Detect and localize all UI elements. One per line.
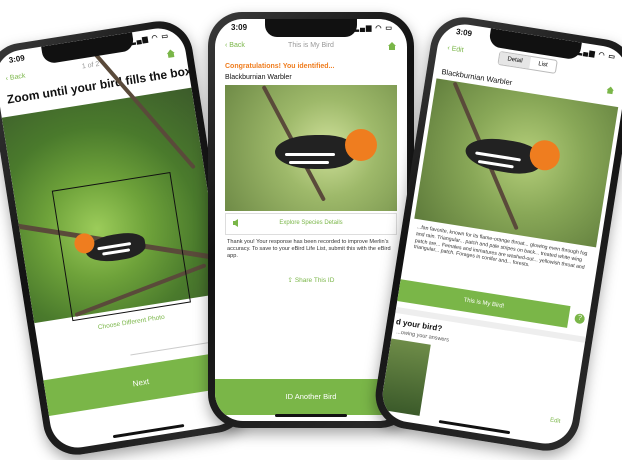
bird-photo-zoom[interactable] <box>1 45 242 324</box>
edit-link[interactable]: Edit <box>550 417 561 425</box>
share-button[interactable]: ⇪ Share This ID <box>215 276 407 284</box>
thanks-text: Thank you! Your response has been record… <box>227 239 391 259</box>
home-indicator <box>275 414 347 417</box>
share-label: Share This ID <box>294 277 335 284</box>
explore-species-button[interactable]: Explore Species Details <box>225 213 397 235</box>
home-icon[interactable] <box>387 41 397 51</box>
bird-photo <box>414 78 619 248</box>
status-time: 3:09 <box>455 26 473 39</box>
status-time: 3:09 <box>231 23 248 32</box>
home-icon[interactable] <box>605 85 615 95</box>
screen-species-detail: 3:09 ▂▄▆ ◠ ▭ ‹ Edit DetailList Blackburn… <box>378 20 622 448</box>
tab-list[interactable]: List <box>529 57 556 73</box>
id-another-label: ID Another Bird <box>285 392 337 401</box>
nav-title: This is My Bird <box>288 42 334 49</box>
help-icon[interactable]: ? <box>573 313 586 325</box>
photo-thumbnail[interactable] <box>379 338 431 416</box>
home-indicator <box>112 423 185 439</box>
bird-photo <box>225 85 397 211</box>
edit-button[interactable]: ‹ Edit <box>447 45 464 54</box>
status-time: 3:09 <box>8 53 26 65</box>
home-indicator <box>438 419 511 435</box>
screen-result: 3:09 ▂▄▆ ◠ ▭ ‹ Back This is My Bird Cong… <box>215 19 407 421</box>
edit-label: Edit <box>451 45 465 55</box>
signal-icon: ▂▄▆ ◠ ▭ <box>576 48 617 62</box>
explore-label: Explore Species Details <box>279 220 343 226</box>
home-icon[interactable] <box>165 48 176 59</box>
divider <box>130 341 210 356</box>
bird-name: Blackburnian Warbler <box>225 74 292 81</box>
signal-icon: ▂▄▆ ◠ ▭ <box>353 25 393 32</box>
congrats-heading: Congratulations! You identified... <box>225 63 335 70</box>
signal-icon: ▂▄▆ ◠ ▭ <box>129 32 170 46</box>
status-bar: 3:09 ▂▄▆ ◠ ▭ <box>231 23 393 35</box>
nav-bar: ‹ Back This is My Bird <box>225 41 397 55</box>
